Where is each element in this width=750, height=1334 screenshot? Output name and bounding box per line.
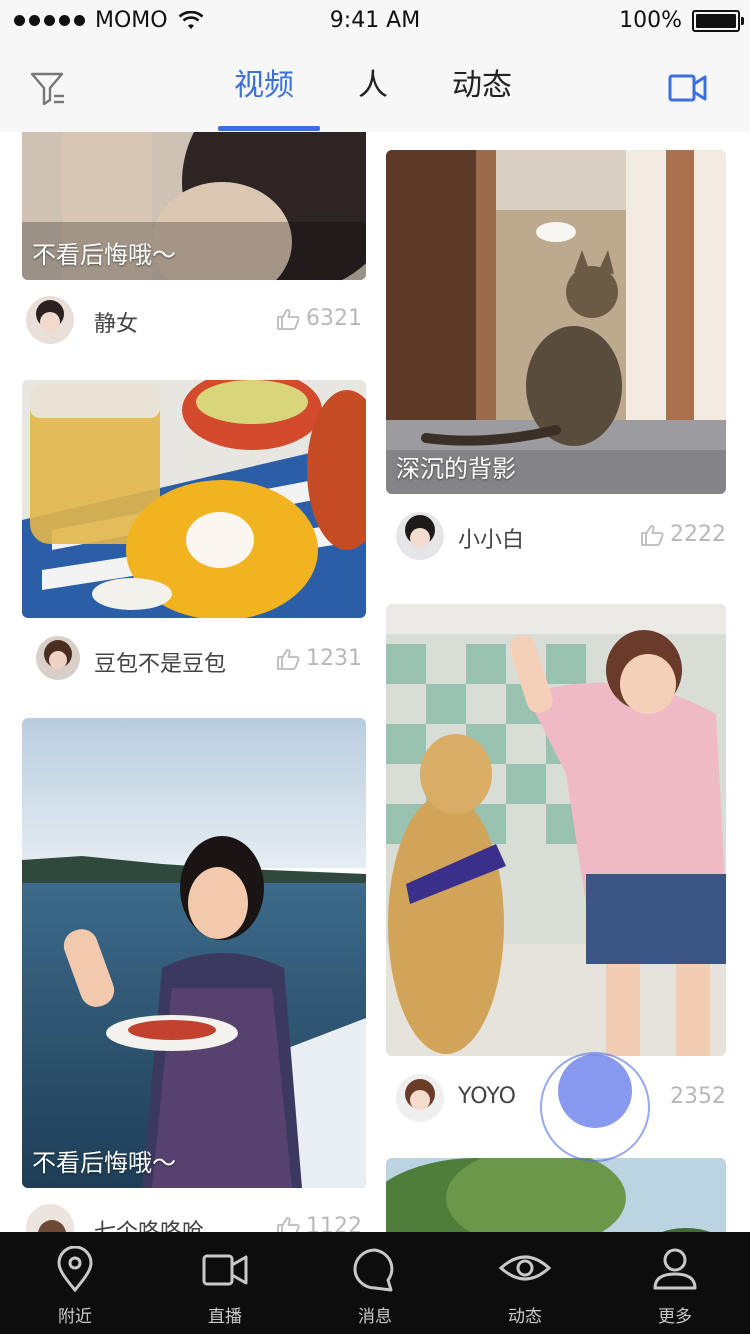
video-card-thumbnail[interactable]: 深沉的背影 (386, 150, 726, 494)
avatar[interactable] (26, 1204, 74, 1232)
battery-percent: 100% (619, 8, 682, 33)
pumpkin-dessert-photo (22, 380, 366, 618)
active-tab-indicator (218, 126, 320, 131)
bengal-cat-photo (386, 150, 726, 494)
thumbs-up-icon (277, 648, 300, 670)
avatar[interactable] (396, 1074, 444, 1122)
woman-on-boat-photo (22, 718, 366, 1188)
like-count[interactable]: 6321 (276, 306, 362, 331)
video-card-meta: 静女 6321 (26, 292, 362, 348)
tab-live[interactable]: 直播 (150, 1232, 300, 1334)
like-count[interactable]: 1231 (276, 646, 362, 671)
avatar[interactable] (396, 512, 444, 560)
video-card-meta: 豆包不是豆包 1231 (36, 632, 362, 688)
bottom-tab-bar: 附近 直播 消息 动态 更多 (0, 1232, 750, 1334)
battery-icon (692, 9, 744, 32)
thumbs-up-icon (277, 1216, 300, 1232)
avatar[interactable] (36, 636, 80, 680)
tab-more[interactable]: 更多 (600, 1232, 750, 1334)
username[interactable]: 小小白 (458, 522, 524, 554)
content-tabs: 视频 人 动态 (0, 44, 750, 132)
tab-video[interactable]: 视频 (234, 60, 294, 104)
video-card-meta: 小小白 2222 (396, 508, 726, 564)
girl-with-dog-photo (386, 604, 726, 1056)
tab-messages[interactable]: 消息 (300, 1232, 450, 1334)
thumbs-up-icon (641, 524, 664, 546)
username[interactable]: 七个咚咚呛 (94, 1214, 204, 1232)
video-feed[interactable]: 不看后悔哦～ 静女 6321 豆包不是豆包 1231 不看后悔哦～ 1122 深… (0, 132, 750, 1232)
video-card-thumbnail[interactable]: 不看后悔哦～ (22, 132, 366, 280)
palm-trees-photo (386, 1158, 726, 1232)
tab-moments[interactable]: 动态 (452, 60, 512, 104)
username[interactable]: 豆包不是豆包 (94, 646, 226, 678)
video-caption: 深沉的背影 (396, 455, 516, 483)
battery-group: 100% (619, 8, 744, 33)
touch-indicator (540, 1052, 650, 1162)
username[interactable]: 静女 (94, 306, 138, 338)
video-card-meta: 七个咚咚呛 1122 (26, 1200, 362, 1232)
status-bar: MOMO 9:41 AM 100% (0, 0, 750, 44)
chat-bubble-icon (353, 1248, 394, 1292)
video-camera-icon[interactable] (668, 70, 708, 106)
top-navigation: 视频 人 动态 (0, 44, 750, 133)
video-caption: 不看后悔哦～ (32, 241, 176, 269)
like-count[interactable]: 2222 (640, 522, 726, 547)
avatar[interactable] (26, 296, 74, 344)
thumbs-up-icon (277, 308, 300, 330)
video-camera-icon (202, 1254, 248, 1286)
video-caption: 不看后悔哦～ (32, 1149, 176, 1177)
tab-people[interactable]: 人 (358, 60, 388, 104)
tab-moments[interactable]: 动态 (450, 1232, 600, 1334)
tab-nearby[interactable]: 附近 (0, 1232, 150, 1334)
video-card-thumbnail[interactable] (22, 380, 366, 618)
eye-icon (499, 1255, 551, 1281)
location-pin-icon (57, 1246, 93, 1293)
username[interactable]: YOYO (458, 1084, 516, 1109)
video-card-thumbnail[interactable] (386, 604, 726, 1056)
video-card-thumbnail[interactable]: 不看后悔哦～ (22, 718, 366, 1188)
video-card-thumbnail[interactable] (386, 1158, 726, 1232)
like-count[interactable]: 1122 (276, 1214, 362, 1232)
like-count[interactable]: 2352 (670, 1084, 726, 1109)
person-icon (653, 1248, 697, 1290)
